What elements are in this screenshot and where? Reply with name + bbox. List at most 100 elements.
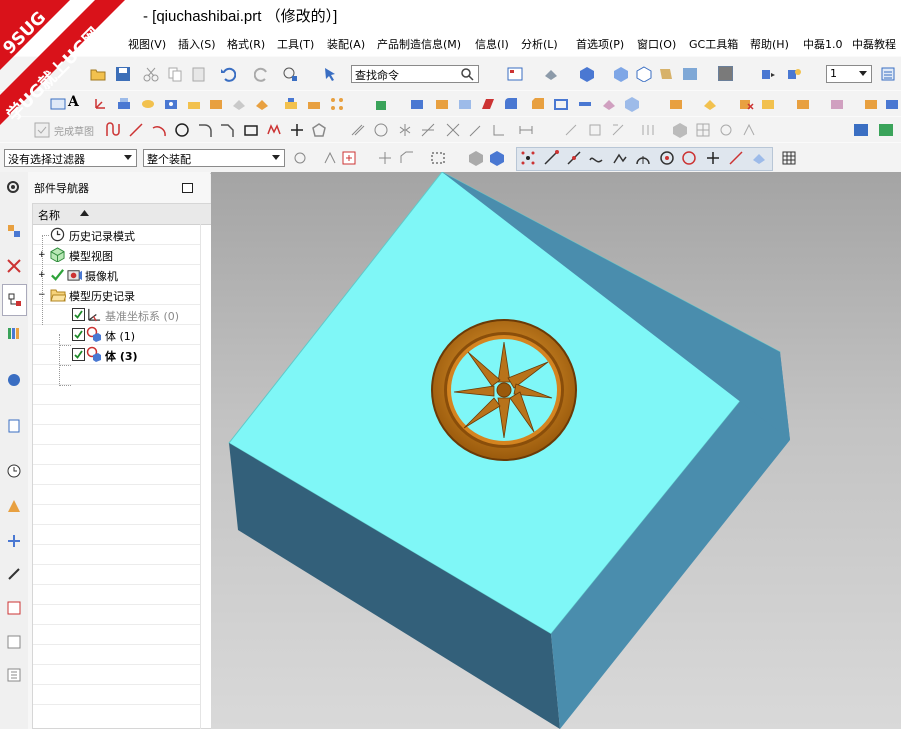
stop-at-intersection-icon[interactable] <box>377 150 393 166</box>
chamfer-icon[interactable] <box>530 96 546 112</box>
process-studio-icon[interactable] <box>6 566 22 582</box>
menu-view[interactable]: 视图(V) <box>128 36 166 52</box>
history-icon[interactable] <box>6 463 22 479</box>
graphics-window[interactable] <box>211 172 901 729</box>
draft-icon[interactable] <box>480 96 496 112</box>
rect-select-icon[interactable] <box>430 150 446 166</box>
arc-icon[interactable] <box>151 122 167 138</box>
tree-item-body-1[interactable]: 体 (1) <box>105 328 135 344</box>
hd3d-icon[interactable] <box>6 372 22 388</box>
point-on-surface-icon[interactable] <box>728 150 744 166</box>
layer-select[interactable]: 1 <box>826 65 872 83</box>
palette-icon[interactable] <box>6 498 22 514</box>
system-materials-icon[interactable] <box>6 533 22 549</box>
menu-zhonglei[interactable]: 中磊1.0 <box>803 36 843 52</box>
offset-region-icon[interactable] <box>795 96 811 112</box>
collapse-icon[interactable]: − <box>38 291 46 300</box>
tree-item-datum-csys[interactable]: 基准坐标系 (0) <box>105 308 179 324</box>
pocket-icon[interactable] <box>208 96 224 112</box>
existing-point-icon[interactable] <box>681 150 697 166</box>
show-constraint-icon[interactable] <box>610 122 626 138</box>
constraint-icon[interactable] <box>563 122 579 138</box>
menu-assembly[interactable]: 装配(A) <box>327 36 365 52</box>
emboss-icon[interactable] <box>254 96 270 112</box>
sketch-dim-icon[interactable] <box>518 122 534 138</box>
panel-green-icon[interactable] <box>878 122 894 138</box>
sort-ascending-icon[interactable] <box>80 210 89 216</box>
menu-format[interactable]: 格式(R) <box>227 36 265 52</box>
tree-item-history-mode[interactable]: 历史记录模式 <box>69 228 135 244</box>
search-command-input[interactable]: 查找命令 <box>351 65 479 83</box>
control-point-icon[interactable] <box>588 150 604 166</box>
part-navigator-tab[interactable] <box>2 284 27 316</box>
cube-icon[interactable] <box>613 66 629 82</box>
trim-body-icon[interactable] <box>434 96 450 112</box>
circle-icon[interactable] <box>174 122 190 138</box>
enable-snap-icon[interactable] <box>520 150 536 166</box>
polygon-icon[interactable] <box>311 122 327 138</box>
sync-icon[interactable] <box>668 96 684 112</box>
mid-point-icon[interactable] <box>566 150 582 166</box>
split-body-icon[interactable] <box>457 96 473 112</box>
menu-analysis[interactable]: 分析(L) <box>521 36 558 52</box>
curve-rule-icon[interactable] <box>341 150 357 166</box>
gear-icon[interactable] <box>5 179 21 195</box>
arc-center-icon[interactable] <box>635 150 651 166</box>
line-icon[interactable] <box>128 122 144 138</box>
select-face-icon[interactable] <box>489 150 505 166</box>
assembly-navigator-icon[interactable] <box>6 223 22 239</box>
background-icon[interactable] <box>682 66 698 82</box>
sew-icon[interactable] <box>601 96 617 112</box>
undo-icon[interactable] <box>220 66 236 82</box>
pull-face-icon[interactable] <box>760 96 776 112</box>
quick-trim-icon[interactable] <box>445 122 461 138</box>
reuse-library-icon[interactable] <box>6 325 22 341</box>
resize-blend-icon[interactable] <box>829 96 845 112</box>
name-column-header[interactable]: 名称 <box>33 204 227 225</box>
chamfer-sketch-icon[interactable] <box>219 122 235 138</box>
search-icon[interactable] <box>460 67 474 81</box>
menu-gc-toolbox[interactable]: GC工具箱 <box>689 36 738 52</box>
pad-icon[interactable] <box>231 96 247 112</box>
hole-icon[interactable] <box>163 96 179 112</box>
subtract-icon[interactable] <box>306 96 322 112</box>
make-corner-icon[interactable] <box>491 122 507 138</box>
group-face-icon[interactable] <box>863 96 879 112</box>
menu-zhonglei-tutorial[interactable]: 中磊教程 <box>852 36 896 52</box>
copy-icon[interactable] <box>167 66 183 82</box>
menu-information[interactable]: 信息(I) <box>475 36 509 52</box>
point-on-curve-icon[interactable] <box>705 150 721 166</box>
offset-face-icon[interactable] <box>409 96 425 112</box>
convert-reference-icon[interactable] <box>640 122 656 138</box>
checkbox[interactable] <box>72 348 85 361</box>
menu-window[interactable]: 窗口(O) <box>637 36 676 52</box>
expand-icon[interactable]: + <box>38 251 46 260</box>
intersection-point-icon[interactable] <box>612 150 628 166</box>
pattern-curve-icon[interactable] <box>373 122 389 138</box>
offset-curve-icon[interactable] <box>350 122 366 138</box>
boss-icon[interactable] <box>186 96 202 112</box>
tree-item-body-3[interactable]: 体 (3) <box>105 348 138 364</box>
mirror-curve-icon[interactable] <box>397 122 413 138</box>
move-object-icon[interactable] <box>760 66 776 82</box>
fillet-icon[interactable] <box>197 122 213 138</box>
geometric-constraint-icon[interactable] <box>587 122 603 138</box>
menu-insert[interactable]: 插入(S) <box>178 36 216 52</box>
green-feature-icon[interactable] <box>374 96 390 112</box>
view-orient-icon[interactable] <box>282 66 298 82</box>
filter-settings-icon[interactable] <box>292 150 308 166</box>
touch-mode-icon[interactable] <box>322 66 338 82</box>
maximize-icon[interactable] <box>182 183 193 193</box>
delete-face-icon[interactable] <box>738 96 754 112</box>
grid-icon[interactable] <box>781 150 797 166</box>
bounded-grid-icon[interactable] <box>751 150 767 166</box>
role-icon[interactable] <box>6 634 22 650</box>
thicken-icon[interactable] <box>577 96 593 112</box>
cut-icon[interactable] <box>143 66 159 82</box>
label-icon[interactable] <box>884 96 900 112</box>
mirror-body-icon[interactable] <box>624 96 640 112</box>
studio-spline-icon[interactable] <box>266 122 282 138</box>
revolve-icon[interactable] <box>140 96 156 112</box>
color-swatch[interactable] <box>718 66 733 81</box>
tree-item-model-views[interactable]: 模型视图 <box>69 248 113 264</box>
